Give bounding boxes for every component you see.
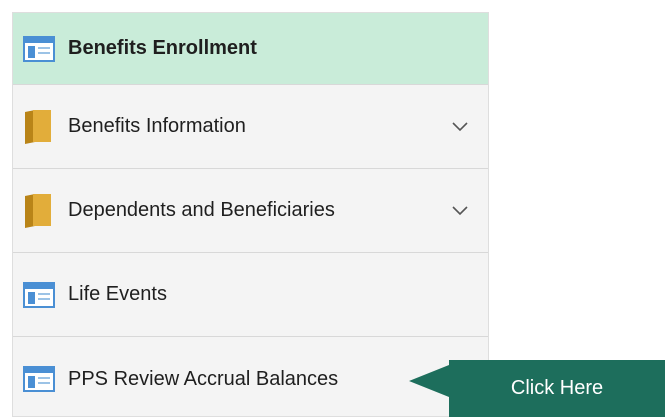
nav-item-label: PPS Review Accrual Balances [68,367,339,390]
folder-icon [25,109,51,144]
nav-item-label: Benefits Information [68,115,246,137]
nav-item-life-events[interactable]: Life Events [13,253,488,337]
click-here-callout: Click Here [510,377,604,399]
nav-item-dependents-and-beneficiaries[interactable]: Dependents and Beneficiaries [13,169,488,253]
benefits-screen: Benefits Enrollment Benefits Information… [0,0,665,417]
nav-item-benefits-information[interactable]: Benefits Information [13,85,488,169]
benefits-nav-menu: Benefits Enrollment Benefits Information… [12,12,489,417]
page-icon [23,366,55,392]
nav-item-benefits-enrollment[interactable]: Benefits Enrollment [13,13,488,85]
nav-item-label: Life Events [68,283,167,305]
nav-item-label: Dependents and Beneficiaries [68,199,335,221]
nav-item-label: Benefits Enrollment [68,37,257,59]
chevron-down-icon[interactable] [452,205,468,216]
chevron-down-icon[interactable] [452,121,468,132]
page-icon [23,35,55,62]
folder-icon [25,193,51,228]
page-icon [23,281,55,308]
